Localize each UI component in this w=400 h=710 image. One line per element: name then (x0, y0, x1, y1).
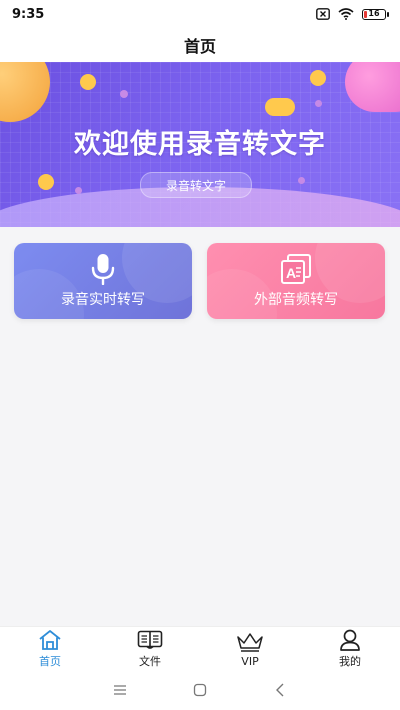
home-icon (38, 629, 62, 651)
battery-icon: 16 (362, 8, 389, 20)
page-title: 首页 (183, 37, 216, 56)
banner[interactable]: 欢迎使用录音转文字 录音转文字 (0, 62, 400, 227)
user-icon (339, 629, 361, 651)
banner-dot (310, 70, 326, 86)
status-icons: 16 (316, 5, 389, 24)
close-box-icon (316, 5, 330, 24)
banner-dot (75, 187, 82, 194)
banner-dot (315, 100, 322, 107)
system-nav-bar (0, 670, 400, 710)
crown-icon (236, 631, 264, 653)
status-time: 9:35 (12, 6, 45, 22)
wifi-icon (338, 5, 354, 24)
realtime-transcribe-card[interactable]: 录音实时转写 (14, 243, 192, 319)
external-audio-card[interactable]: A 外部音频转写 (207, 243, 385, 319)
tab-profile-label: 我的 (339, 655, 361, 668)
back-icon[interactable] (268, 678, 292, 702)
book-icon (137, 629, 163, 651)
tab-vip[interactable]: VIP (200, 627, 300, 671)
tab-profile[interactable]: 我的 (300, 627, 400, 671)
home-square-icon[interactable] (188, 678, 212, 702)
title-bar: 首页 (0, 28, 400, 62)
realtime-transcribe-label: 录音实时转写 (61, 292, 145, 308)
banner-dot (120, 90, 128, 98)
banner-headline: 欢迎使用录音转文字 (74, 129, 326, 160)
banner-dot (265, 98, 295, 116)
external-audio-label: 外部音频转写 (254, 292, 338, 308)
svg-text:A: A (286, 265, 296, 281)
status-bar: 9:35 16 (0, 0, 400, 28)
tab-vip-label: VIP (241, 654, 259, 668)
tab-home-label: 首页 (39, 655, 61, 668)
battery-level (364, 10, 367, 18)
tab-files[interactable]: 文件 (100, 627, 200, 671)
battery-text: 16 (368, 9, 380, 18)
menu-icon[interactable] (108, 678, 132, 702)
banner-dot (298, 177, 305, 184)
banner-dot (38, 174, 54, 190)
banner-button[interactable]: 录音转文字 (140, 172, 252, 198)
audio-file-icon: A (280, 253, 312, 285)
tab-files-label: 文件 (139, 655, 161, 668)
banner-dot (80, 74, 96, 90)
content-area (0, 330, 400, 626)
tab-home[interactable]: 首页 (0, 627, 100, 671)
microphone-icon (90, 253, 116, 285)
bottom-tab-bar: 首页 文件 VIP 我的 (0, 626, 400, 671)
